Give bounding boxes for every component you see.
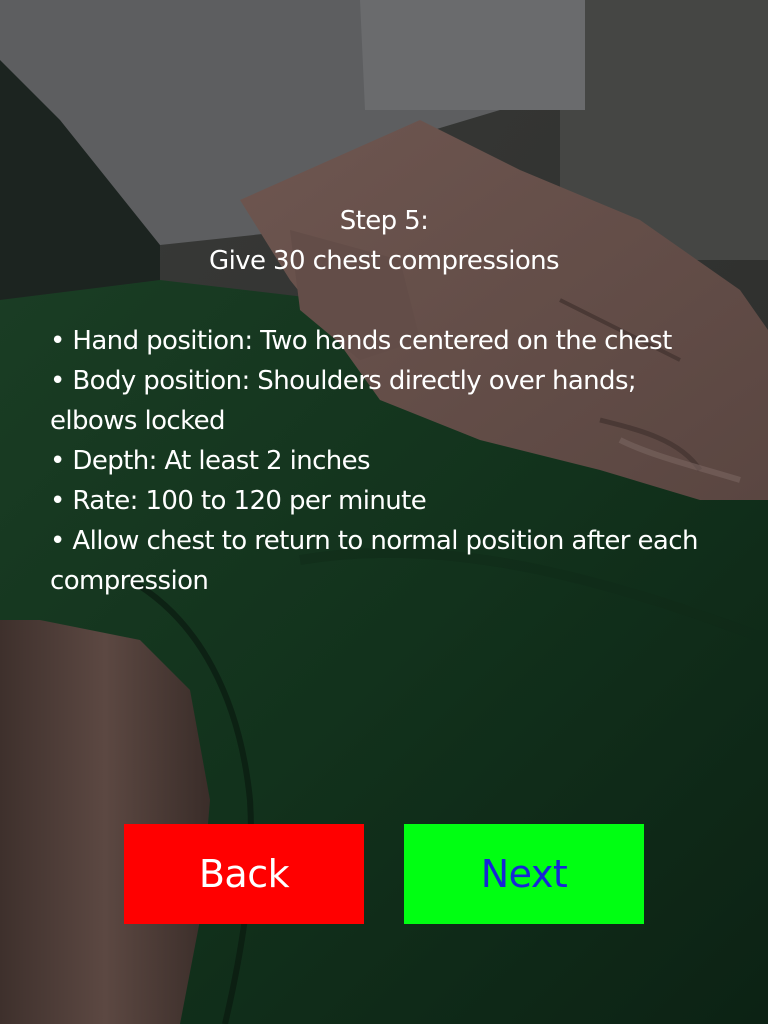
instruction-rate: • Rate: 100 to 120 per minute	[50, 486, 427, 516]
next-button[interactable]: Next	[404, 824, 644, 924]
back-button[interactable]: Back	[124, 824, 364, 924]
instruction-recoil: • Allow chest to return to normal positi…	[50, 526, 698, 596]
step-title: Give 30 chest compressions	[209, 246, 560, 276]
instruction-depth: • Depth: At least 2 inches	[50, 446, 371, 476]
instruction-body-position: • Body position: Shoulders directly over…	[50, 366, 637, 436]
instruction-hand-position: • Hand position: Two hands centered on t…	[50, 326, 672, 356]
instruction-panel: Step 5: Give 30 chest compressions • Han…	[50, 201, 726, 601]
step-number: Step 5:	[339, 206, 429, 236]
cpr-step-screen: Step 5: Give 30 chest compressions • Han…	[0, 0, 768, 1024]
